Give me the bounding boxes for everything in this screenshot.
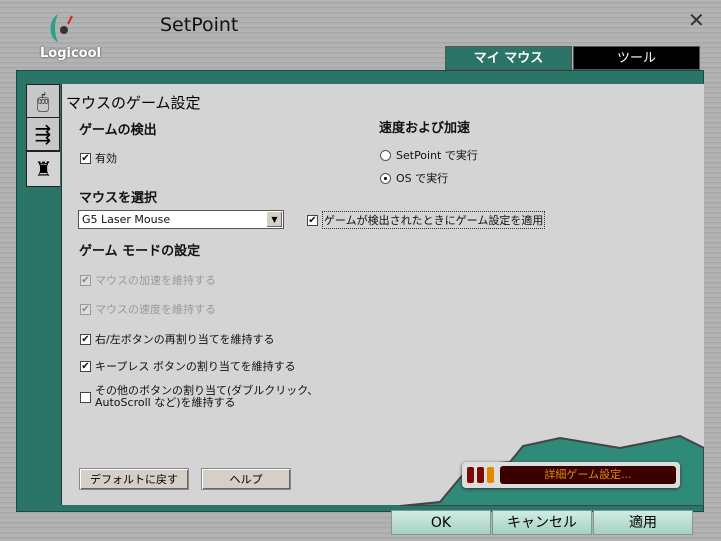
- checkbox-box: ✔: [307, 214, 318, 226]
- chess-rook-icon: ♜: [34, 157, 53, 181]
- indicator-light-icon: [467, 467, 474, 483]
- radio-setpoint[interactable]: SetPoint で実行: [380, 147, 478, 163]
- apply-on-detect-checkbox[interactable]: ✔ ゲームが検出されたときにゲーム設定を適用: [307, 211, 546, 229]
- page-title: マウスのゲーム設定: [66, 94, 201, 112]
- radio-circle: [380, 149, 391, 161]
- checkbox-box: [80, 391, 91, 403]
- game-mode-heading: ゲーム モードの設定: [79, 244, 201, 259]
- mouse-select-dropdown[interactable]: G5 Laser Mouse ▼: [78, 210, 284, 229]
- cancel-button[interactable]: キャンセル: [492, 510, 592, 535]
- tab-tools[interactable]: ツール: [573, 46, 700, 70]
- restore-defaults-button[interactable]: デフォルトに戻す: [79, 468, 189, 490]
- close-icon[interactable]: ✕: [688, 8, 705, 32]
- indicator-light-icon: [477, 467, 484, 483]
- enabled-label: 有効: [95, 152, 117, 165]
- app-title: SetPoint: [160, 14, 239, 36]
- radio-label: OS で実行: [396, 172, 449, 185]
- checkbox-box: ✔: [80, 303, 91, 315]
- side-tab-game[interactable]: ♜: [26, 151, 60, 187]
- side-tab-pointer[interactable]: ⇶: [26, 117, 60, 151]
- keep-keypress-checkbox[interactable]: ✔ キープレス ボタンの割り当てを維持する: [80, 358, 296, 374]
- mouse-select-value: G5 Laser Mouse: [82, 213, 171, 226]
- radio-label: SetPoint で実行: [396, 149, 478, 162]
- radio-os[interactable]: OS で実行: [380, 170, 448, 186]
- checkbox-box: ✔: [80, 360, 91, 372]
- help-button[interactable]: ヘルプ: [201, 468, 291, 490]
- logicool-logo-icon: [50, 14, 73, 42]
- logo-text: Logicool: [40, 46, 102, 61]
- advanced-game-settings-button[interactable]: 詳細ゲーム設定...: [462, 462, 680, 488]
- keep-speed-checkbox[interactable]: ✔ マウスの速度を維持する: [80, 301, 216, 317]
- game-detect-heading: ゲームの検出: [79, 123, 157, 138]
- option-label: マウスの速度を維持する: [95, 303, 216, 316]
- indicator-light-icon: [487, 467, 494, 483]
- mouse-icon: 🖱: [37, 89, 49, 113]
- radio-circle: [380, 172, 391, 184]
- option-label: 右/左ボタンの再割り当てを維持する: [95, 333, 275, 346]
- option-label: マウスの加速を維持する: [95, 274, 216, 287]
- tab-my-mouse[interactable]: マイ マウス: [445, 46, 572, 70]
- checkbox-box: ✔: [80, 274, 91, 286]
- option-label: キープレス ボタンの割り当てを維持する: [95, 360, 296, 373]
- checkbox-box: ✔: [80, 152, 91, 164]
- setpoint-window: Logicool SetPoint ✕ マイ マウス ツール 🖱 ⇶ ♜ マウス…: [0, 0, 721, 541]
- pointer-icon: ⇶: [34, 122, 52, 146]
- keep-acceleration-checkbox[interactable]: ✔ マウスの加速を維持する: [80, 272, 216, 288]
- keep-lr-button-checkbox[interactable]: ✔ 右/左ボタンの再割り当てを維持する: [80, 331, 275, 347]
- apply-on-detect-label: ゲームが検出されたときにゲーム設定を適用: [322, 211, 546, 229]
- apply-button[interactable]: 適用: [593, 510, 693, 535]
- keep-other-buttons-checkbox[interactable]: その他のボタンの割り当て(ダブルクリック、 AutoScroll など)を維持する: [80, 385, 318, 409]
- checkbox-box: ✔: [80, 333, 91, 345]
- mouse-select-heading: マウスを選択: [79, 191, 158, 206]
- chevron-down-icon[interactable]: ▼: [267, 212, 282, 227]
- enabled-checkbox[interactable]: ✔ 有効: [80, 150, 117, 166]
- speed-heading: 速度および加速: [379, 121, 471, 136]
- advanced-label: 詳細ゲーム設定...: [500, 466, 676, 484]
- side-tab-mouse[interactable]: 🖱: [26, 84, 60, 118]
- option-label-2: AutoScroll など)を維持する: [95, 396, 236, 409]
- ok-button[interactable]: OK: [391, 510, 491, 535]
